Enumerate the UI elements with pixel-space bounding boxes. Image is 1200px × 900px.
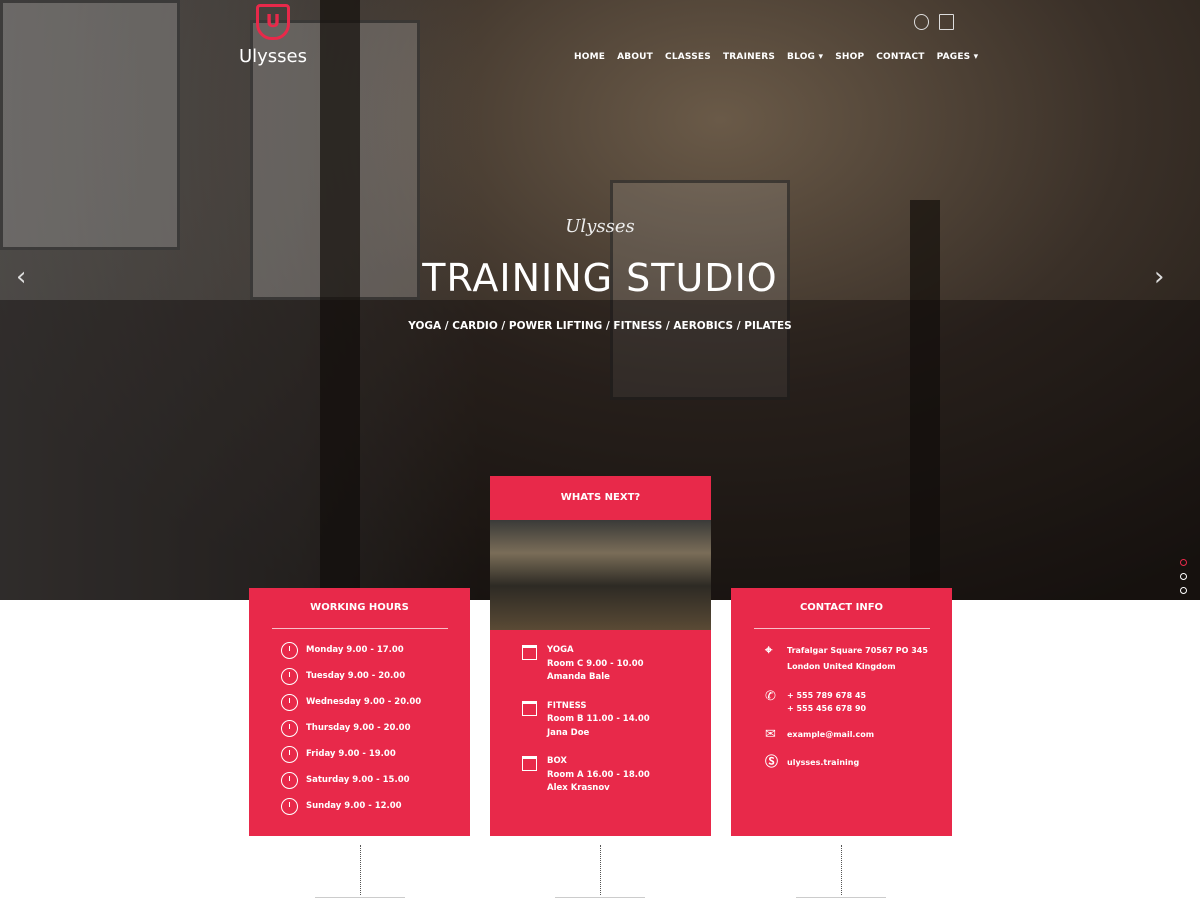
class-trainer: Amanda Bale <box>547 672 610 682</box>
dotted-connector <box>600 845 601 895</box>
class-trainer: Jana Doe <box>547 727 590 738</box>
divider <box>753 628 930 629</box>
email-link[interactable]: example@mail.com <box>787 727 874 743</box>
dotted-connector <box>841 845 842 895</box>
class-item: BOX Room A 16.00 - 18.00 Alex Krasnov <box>522 755 711 796</box>
hours-row: Monday 9.00 - 17.00 <box>281 637 470 663</box>
working-hours-title: WORKING HOURS <box>310 602 409 613</box>
class-room: Room B 11.00 - 14.00 <box>547 714 650 724</box>
hours-row: Wednesday 9.00 - 20.00 <box>281 689 470 715</box>
phone-icon: ✆ <box>765 689 776 704</box>
calendar-icon <box>522 700 537 716</box>
email-icon: ✉ <box>765 727 776 742</box>
hours-row: Thursday 9.00 - 20.00 <box>281 715 470 741</box>
gym-photo <box>490 520 711 630</box>
shopping-bag-icon[interactable] <box>939 14 954 30</box>
nav-trainers[interactable]: TRAINERS <box>723 52 775 62</box>
location-pin-icon: ⌖ <box>765 643 773 658</box>
next-slide-arrow-icon[interactable]: › <box>1154 262 1164 292</box>
slide-dot-1[interactable] <box>1180 559 1187 566</box>
hours-text: Friday 9.00 - 19.00 <box>306 749 396 759</box>
class-name: FITNESS <box>547 700 587 711</box>
logo[interactable]: U Ulysses <box>238 4 308 67</box>
logo-name: Ulysses <box>238 46 308 67</box>
nav-blog[interactable]: BLOG ▾ <box>787 52 823 62</box>
user-icon[interactable] <box>914 14 929 30</box>
slide-dot-2[interactable] <box>1180 573 1187 580</box>
address-line-1: Trafalgar Square 70567 PO 345 <box>787 646 928 655</box>
hours-row: Saturday 9.00 - 15.00 <box>281 767 470 793</box>
working-hours-card: WORKING HOURS Monday 9.00 - 17.00 Tuesday… <box>249 588 470 836</box>
class-room: Room A 16.00 - 18.00 <box>547 769 650 780</box>
skype-icon: Ⓢ <box>765 755 779 770</box>
nav-classes[interactable]: CLASSES <box>665 52 711 62</box>
class-name: BOX <box>547 756 567 766</box>
nav-pages[interactable]: PAGES ▾ <box>937 52 979 62</box>
clock-icon <box>281 667 298 685</box>
contact-info-card: CONTACT INFO ⌖ Trafalgar Square 70567 PO … <box>731 588 952 836</box>
class-trainer: Alex Krasnov <box>547 783 610 793</box>
clock-icon <box>281 719 298 737</box>
divider <box>796 897 886 898</box>
class-name: YOGA <box>547 645 574 655</box>
calendar-icon <box>522 756 537 771</box>
main-nav: HOME ABOUT CLASSES TRAINERS BLOG ▾ SHOP … <box>574 52 978 62</box>
phone-1[interactable]: + 555 789 678 45 <box>787 689 866 702</box>
slider-pagination <box>1180 559 1187 600</box>
hero-title: TRAINING STUDIO <box>422 256 778 300</box>
divider <box>315 897 405 898</box>
nav-about[interactable]: ABOUT <box>617 52 653 62</box>
hero-subtitle: Ulysses <box>565 216 635 237</box>
hours-text: Tuesday 9.00 - 20.00 <box>306 671 406 681</box>
calendar-icon <box>522 645 537 660</box>
nav-home[interactable]: HOME <box>574 52 605 62</box>
divider <box>555 897 645 898</box>
slide-dot-3[interactable] <box>1180 587 1187 594</box>
prev-slide-arrow-icon[interactable]: ‹ <box>16 262 26 292</box>
hours-text: Wednesday 9.00 - 20.00 <box>306 697 422 707</box>
clock-icon <box>281 641 298 659</box>
whats-next-title: WHATS NEXT? <box>490 476 711 520</box>
divider <box>271 628 448 629</box>
background-window <box>0 0 180 250</box>
hours-text: Sunday 9.00 - 12.00 <box>306 801 402 811</box>
class-item: YOGA Room C 9.00 - 10.00 Amanda Bale <box>522 644 711 685</box>
hours-row: Friday 9.00 - 19.00 <box>281 741 470 767</box>
contact-info-title: CONTACT INFO <box>799 602 884 613</box>
hours-row: Tuesday 9.00 - 20.00 <box>281 663 470 689</box>
dotted-connector <box>360 845 361 895</box>
clock-icon <box>281 771 298 789</box>
phone-2[interactable]: + 555 456 678 90 <box>787 702 866 715</box>
skype-link[interactable]: ulysses.training <box>787 755 859 771</box>
hours-text: Thursday 9.00 - 20.00 <box>306 723 411 733</box>
class-room: Room C 9.00 - 10.00 <box>547 658 644 669</box>
clock-icon <box>281 797 298 815</box>
hours-text: Monday 9.00 - 17.00 <box>306 645 404 655</box>
hours-text: Saturday 9.00 - 15.00 <box>306 775 410 785</box>
nav-shop[interactable]: SHOP <box>835 52 864 62</box>
address-line-2: London United Kingdom <box>787 662 896 671</box>
hero-tags: YOGA / CARDIO / POWER LIFTING / FITNESS … <box>408 320 792 332</box>
class-item: FITNESS Room B 11.00 - 14.00 Jana Doe <box>522 700 711 741</box>
whats-next-card: WHATS NEXT? YOGA Room C 9.00 - 10.00 Amand… <box>490 476 711 836</box>
logo-shield-icon: U <box>256 4 290 40</box>
hours-row: Sunday 9.00 - 12.00 <box>281 793 470 819</box>
nav-contact[interactable]: CONTACT <box>876 52 924 62</box>
clock-icon <box>281 693 298 711</box>
clock-icon <box>281 745 298 763</box>
